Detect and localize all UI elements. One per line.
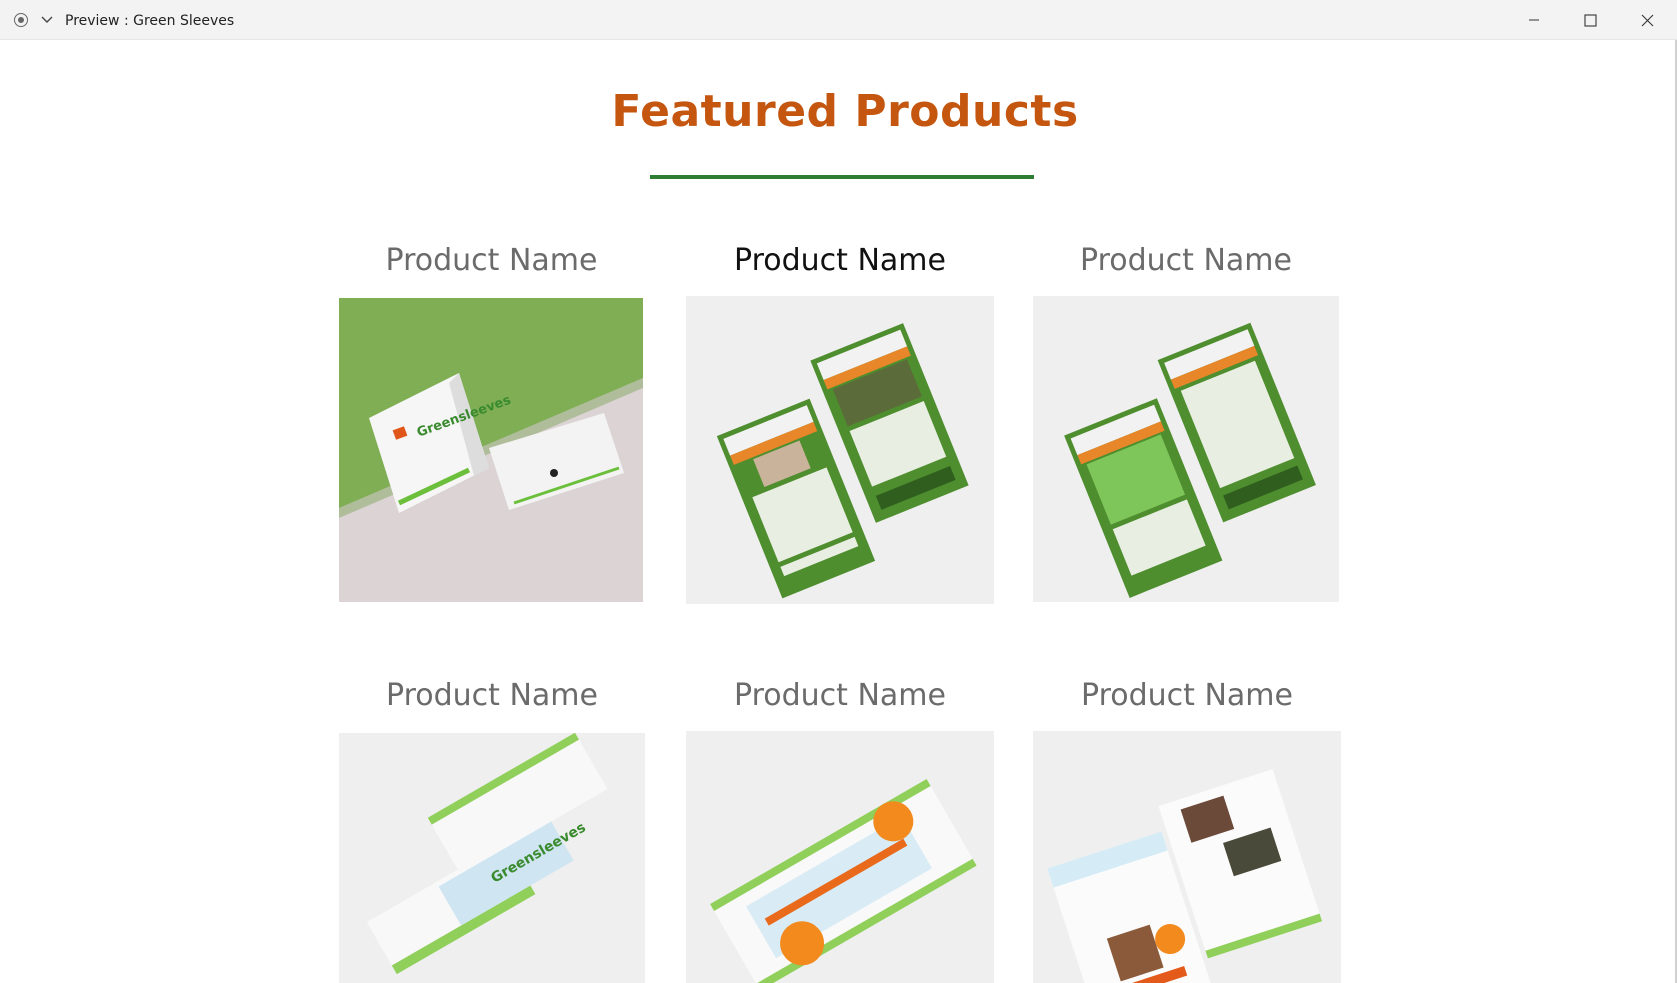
product-card[interactable]: Product Name Greensleeves [339,243,644,643]
minimize-button[interactable] [1505,0,1562,40]
maximize-icon [1584,13,1597,27]
minimize-icon [1528,19,1539,21]
maximize-button[interactable] [1562,0,1619,40]
product-name[interactable]: Product Name [1033,678,1341,713]
product-card[interactable]: Product Name [1033,243,1339,643]
product-image[interactable] [1033,731,1341,983]
product-image[interactable] [1033,296,1339,602]
product-name[interactable]: Product Name [686,243,994,278]
close-button[interactable] [1619,0,1676,40]
product-card[interactable]: Product Name [686,678,994,983]
window-title: Preview : Green Sleeves [65,13,235,29]
product-name[interactable]: Product Name [1033,243,1339,278]
page-title: Featured Products [611,86,1079,137]
product-name[interactable]: Product Name [686,678,994,713]
window-title-bar: Preview : Green Sleeves [0,0,1677,40]
product-image[interactable]: Greensleeves [339,733,645,983]
title-underline [650,175,1034,179]
product-card[interactable]: Product Name Greensleeves [339,678,645,983]
chevron-down-icon[interactable] [38,0,56,40]
product-card[interactable]: Product Name [686,243,994,643]
close-icon [1641,14,1654,26]
app-icon[interactable] [10,0,32,40]
product-card[interactable]: Product Name [1033,678,1341,983]
product-image[interactable] [686,296,994,604]
product-image[interactable] [686,731,994,983]
product-image[interactable]: Greensleeves [339,298,643,602]
preview-content[interactable]: Featured Products Product Name Greenslee… [0,40,1675,983]
record-icon [14,13,28,27]
product-name[interactable]: Product Name [339,243,644,278]
product-name[interactable]: Product Name [339,678,645,713]
